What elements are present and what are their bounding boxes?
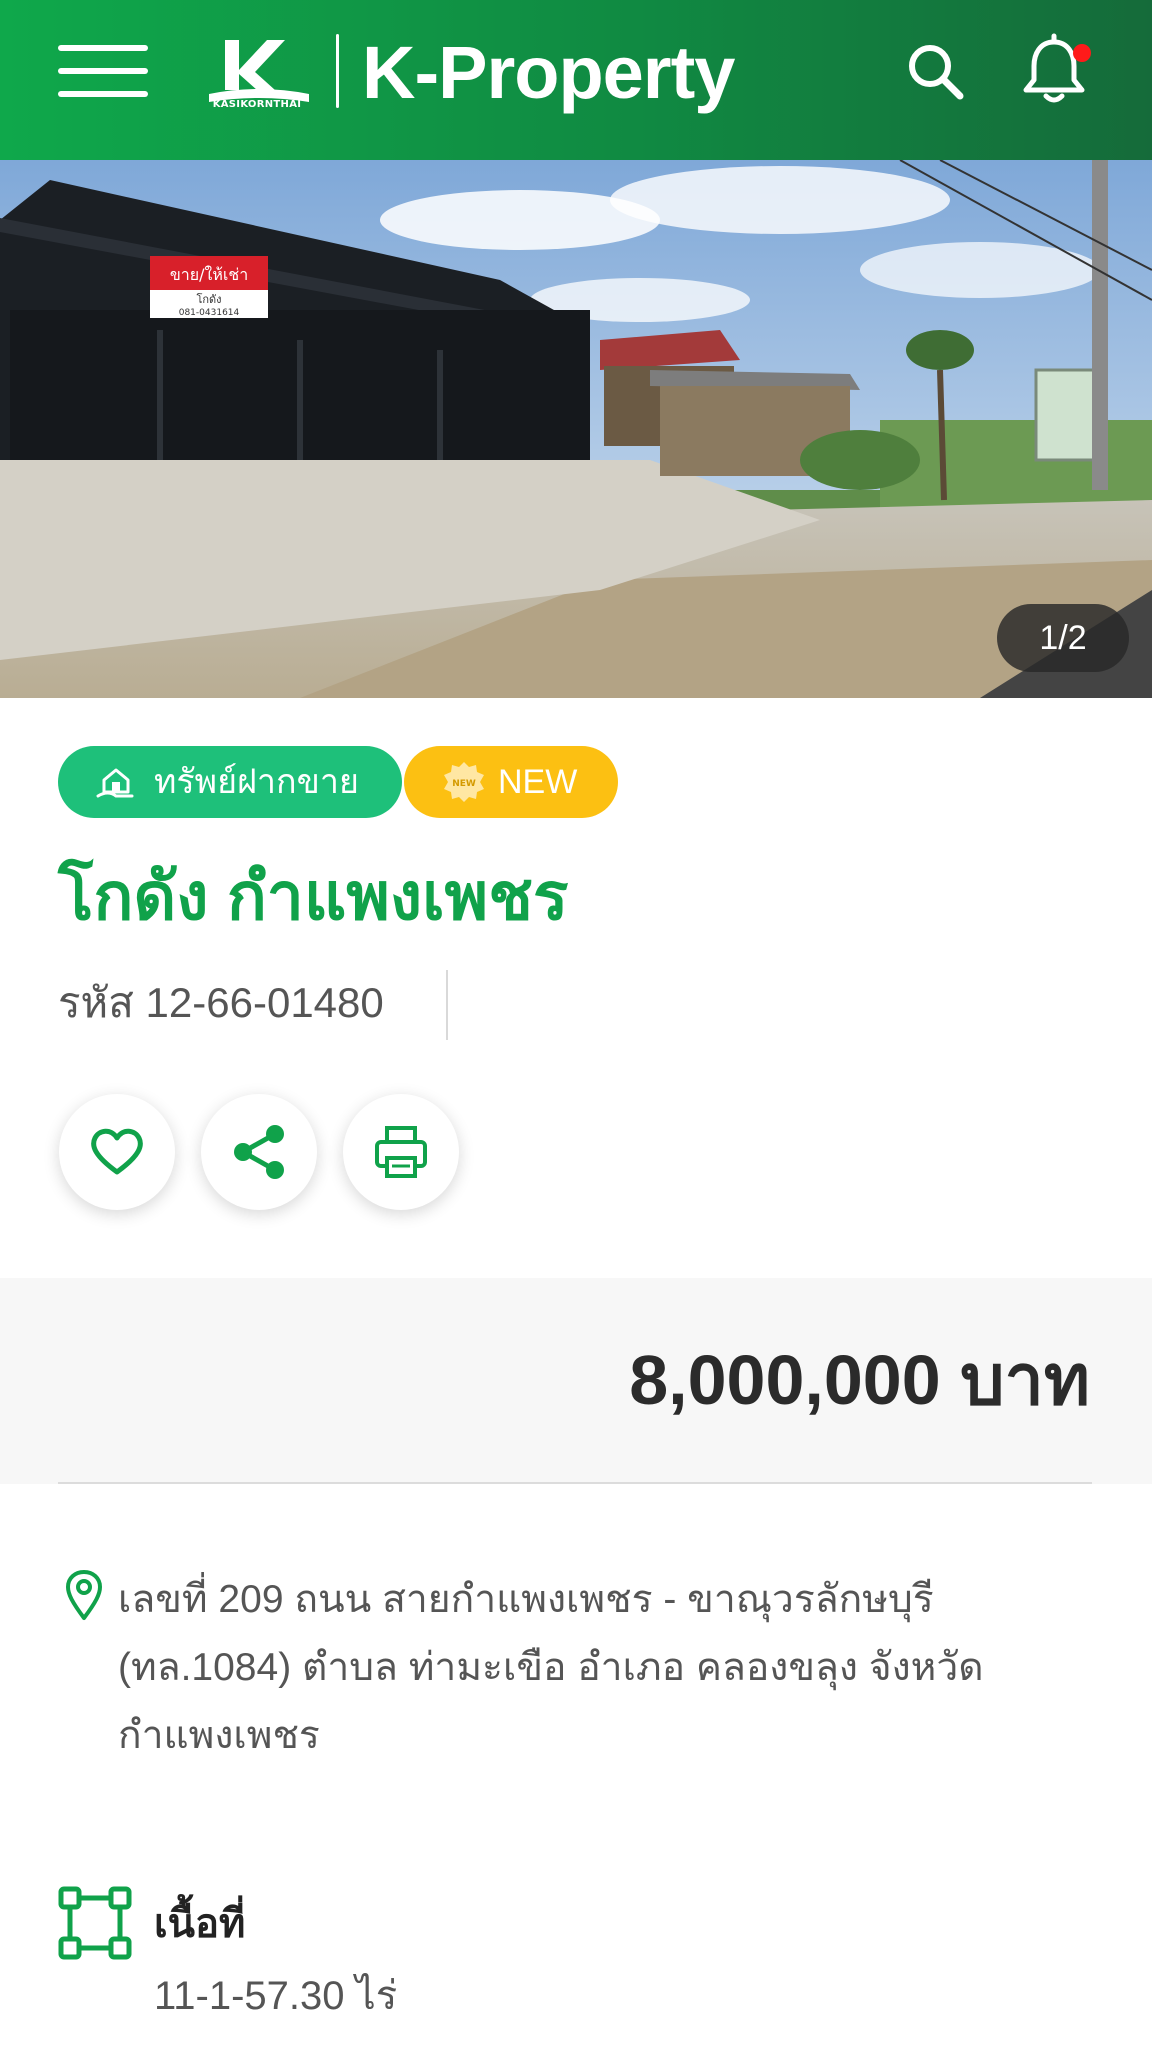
new-seal-icon: NEW (444, 762, 484, 802)
notification-dot (1073, 44, 1091, 62)
area-value: 11-1-57.30 ไร่ (154, 1974, 398, 2018)
share-button[interactable] (201, 1094, 317, 1210)
sign-subtext: โกดัง (196, 292, 221, 306)
property-code: รหัส 12-66-01480 (58, 979, 384, 1026)
hand-house-icon (96, 768, 134, 798)
sign-text: ขาย/ให้เช่า (170, 265, 248, 284)
new-badge: NEW NEW (404, 746, 618, 818)
property-title: โกดัง กำแพงเพชร (58, 859, 569, 933)
photo-counter: 1/2 (997, 604, 1129, 672)
search-icon[interactable] (900, 36, 970, 106)
favorite-button[interactable] (59, 1094, 175, 1210)
code-divider (446, 970, 448, 1040)
property-photo[interactable]: ขาย/ให้เช่า โกดัง 081-0431614 (0, 160, 1152, 698)
property-address: เลขที่ 209 ถนน สายกำแพงเพชร - ขาณุวรลักษ… (118, 1578, 984, 1757)
menu-icon[interactable] (58, 45, 148, 97)
share-icon (234, 1125, 284, 1179)
area-label: เนื้อที่ (154, 1902, 246, 1946)
logo-divider (336, 34, 339, 108)
new-seal-text: NEW (452, 779, 476, 789)
property-price: 8,000,000 บาท (629, 1341, 1090, 1419)
consign-badge: ทรัพย์ฝากขาย (58, 746, 402, 818)
app-header: KASIKORNTHAI K-Property (0, 0, 1152, 160)
sign-phone: 081-0431614 (179, 308, 240, 318)
brand-name[interactable]: K-Property (362, 28, 735, 118)
consign-badge-label: ทรัพย์ฝากขาย (154, 763, 359, 801)
print-button[interactable] (343, 1094, 459, 1210)
logo-caption: KASIKORNTHAI (212, 99, 302, 110)
price-divider (58, 1482, 1092, 1484)
location-pin-icon (66, 1570, 102, 1620)
print-icon (375, 1126, 427, 1178)
favorite-icon (91, 1128, 143, 1175)
area-icon (58, 1886, 132, 1960)
new-badge-label: NEW (498, 763, 578, 801)
